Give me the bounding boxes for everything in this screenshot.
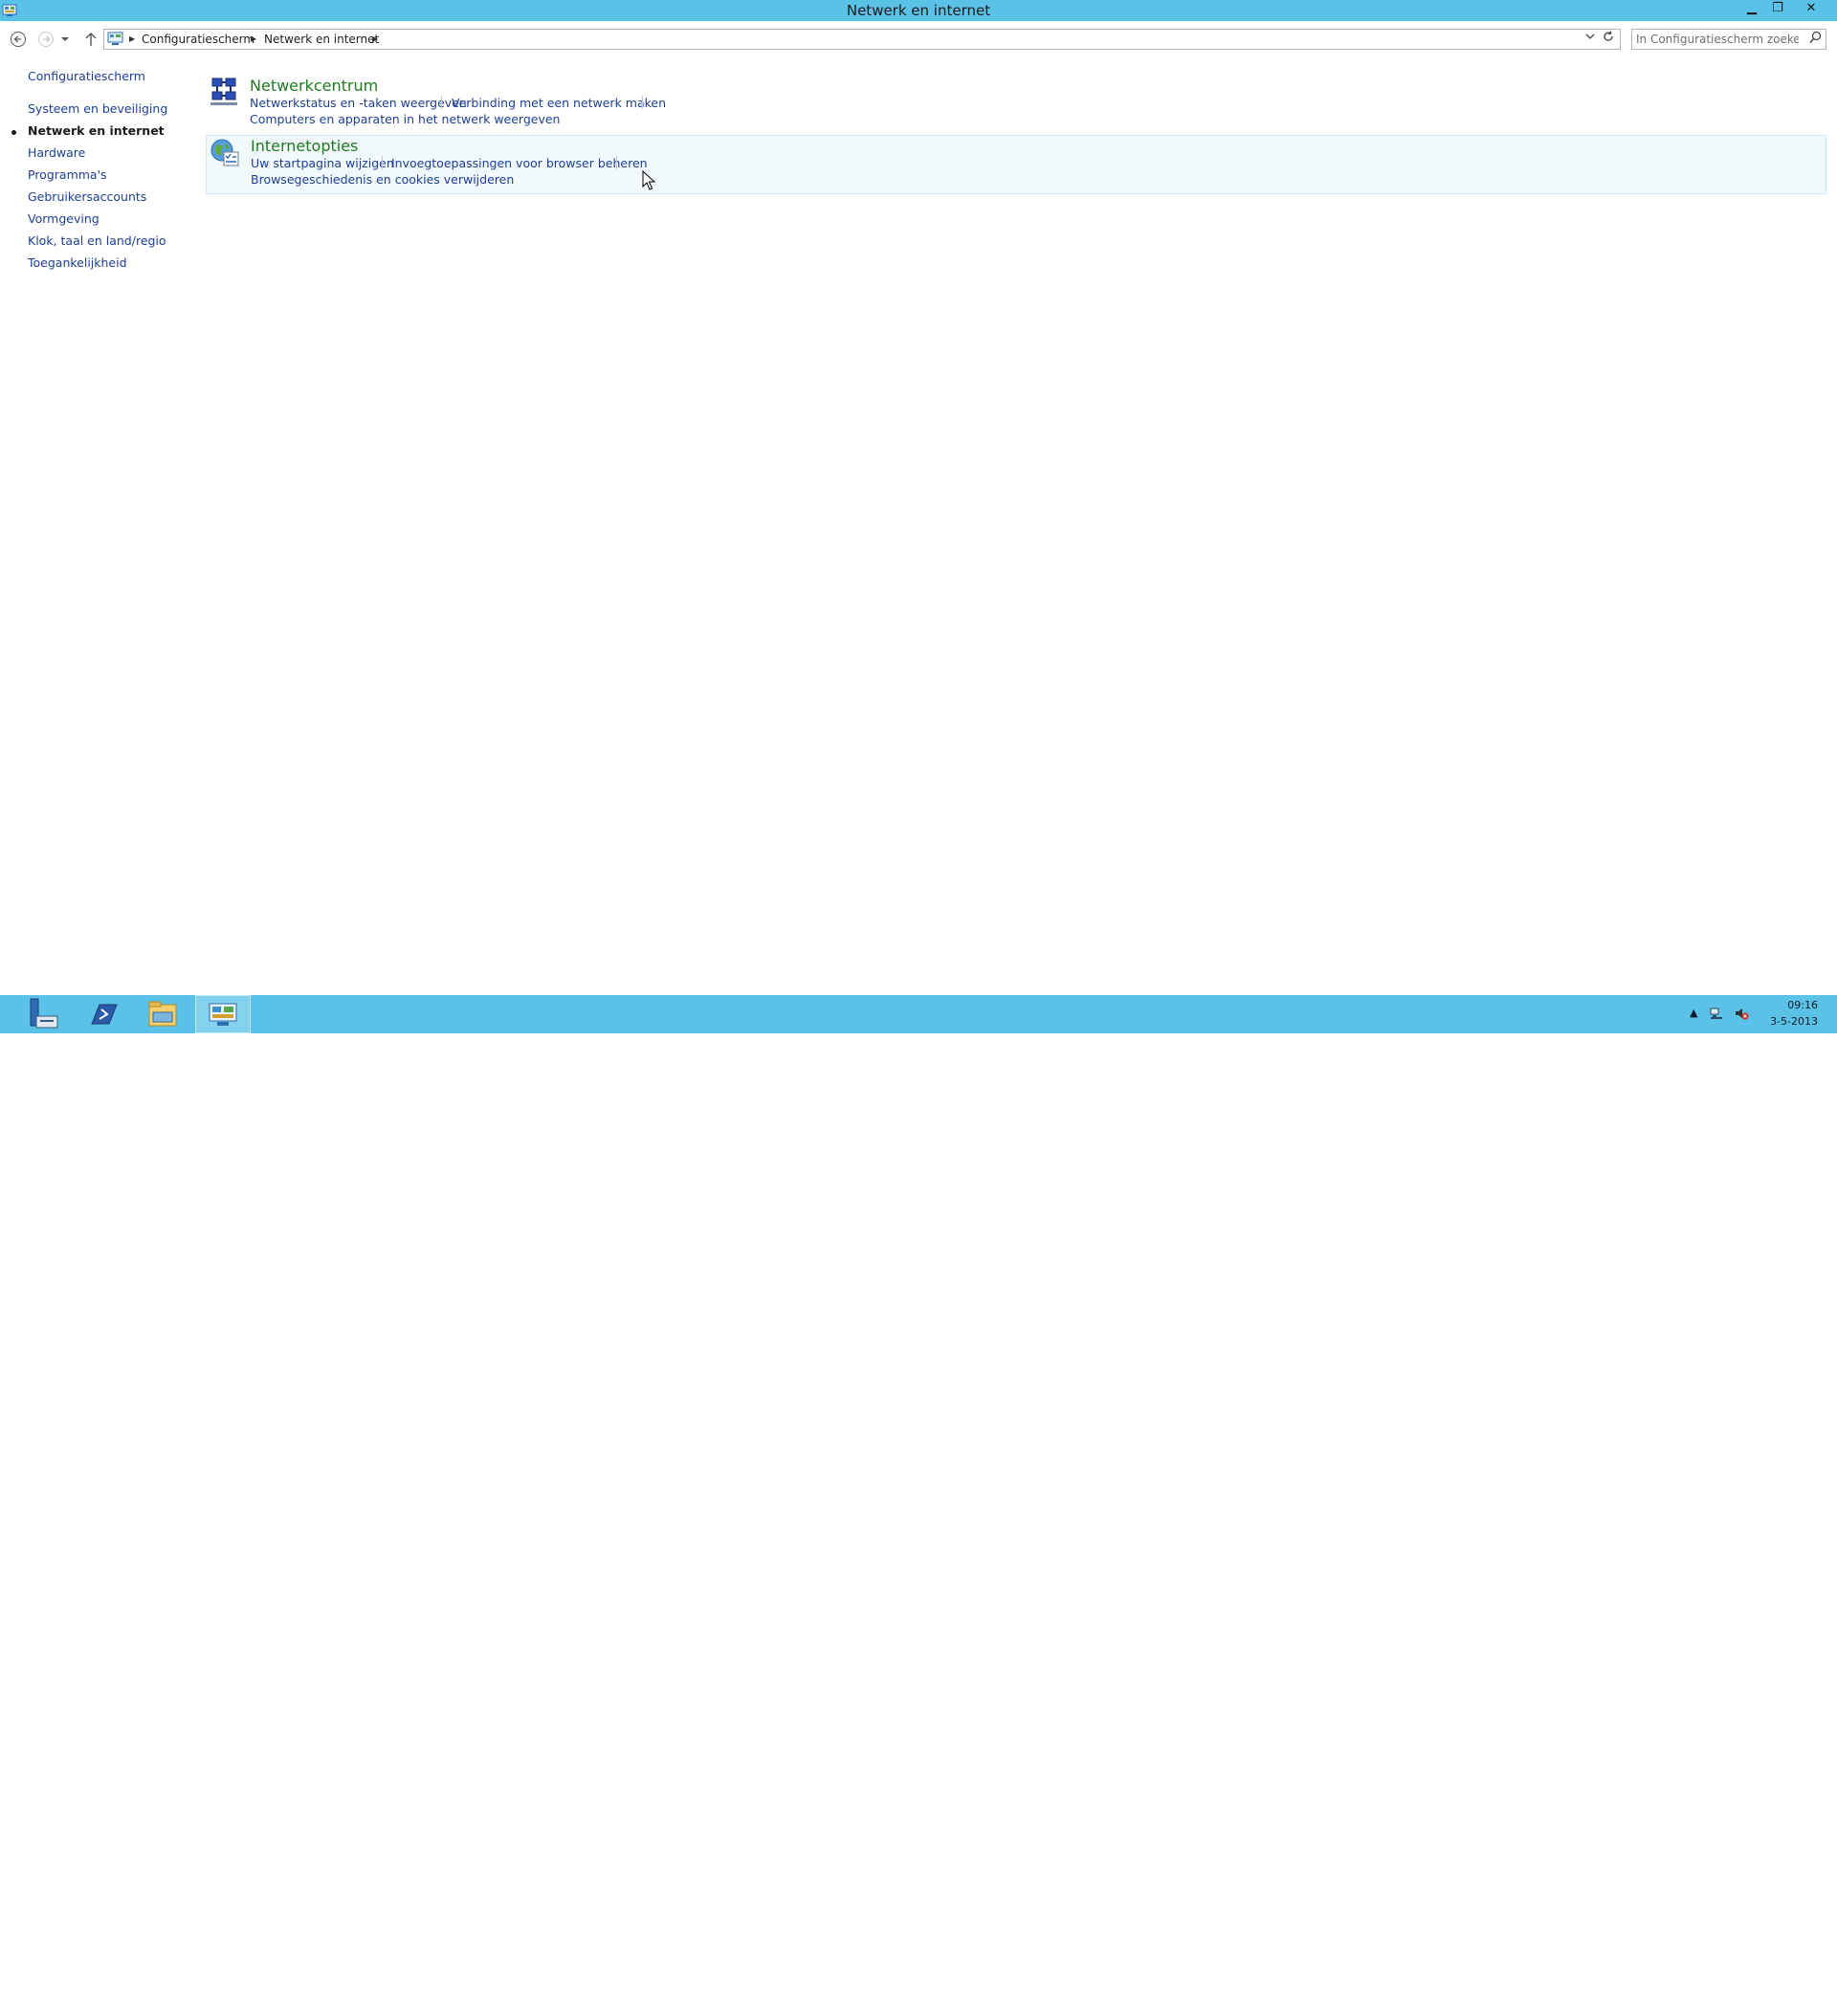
minimize-button[interactable]: ▁ bbox=[1739, 0, 1764, 17]
tray-overflow-button[interactable]: ▲ bbox=[1690, 1007, 1697, 1019]
up-arrow-icon bbox=[85, 33, 97, 46]
search-icon[interactable] bbox=[1809, 31, 1822, 48]
search-box[interactable] bbox=[1631, 29, 1826, 50]
title-bar: Netwerk en internet ▁ ❐ ✕ bbox=[0, 0, 1837, 21]
refresh-button[interactable] bbox=[1603, 30, 1614, 49]
link-network-status[interactable]: Netwerkstatus en -taken weergeven bbox=[250, 96, 467, 110]
taskbar-file-explorer[interactable] bbox=[136, 995, 189, 1033]
category-title-network-center[interactable]: Netwerkcentrum bbox=[250, 77, 378, 95]
breadcrumb-network-internet[interactable]: Netwerk en internet bbox=[264, 30, 379, 49]
link-separator bbox=[382, 156, 383, 169]
internet-options-icon bbox=[210, 139, 239, 166]
sidebar-item-hardware[interactable]: Hardware bbox=[28, 145, 85, 160]
link-connect-network[interactable]: Verbinding met een netwerk maken bbox=[452, 96, 666, 110]
sidebar-item-ease-of-access[interactable]: Toegankelijkheid bbox=[28, 255, 127, 270]
sidebar-item-network-internet[interactable]: Netwerk en internet bbox=[28, 123, 165, 138]
link-view-network-computers[interactable]: Computers en apparaten in het netwerk we… bbox=[250, 112, 560, 126]
link-separator bbox=[616, 156, 617, 169]
powershell-icon bbox=[91, 1004, 118, 1025]
close-button[interactable]: ✕ bbox=[1799, 0, 1824, 17]
forward-arrow-icon bbox=[38, 32, 54, 47]
watermark: The Collection Book bbox=[1655, 1996, 1826, 2016]
clock-date[interactable]: 3-5-2013 bbox=[1760, 1015, 1818, 1028]
taskbar-control-panel[interactable] bbox=[195, 995, 251, 1033]
category-internet-options: Internetopties Uw startpagina wijzigen I… bbox=[206, 135, 1826, 194]
control-panel-icon bbox=[107, 32, 123, 45]
category-title-internet-options[interactable]: Internetopties bbox=[251, 137, 358, 155]
sidebar-item-user-accounts[interactable]: Gebruikersaccounts bbox=[28, 189, 146, 204]
sidebar-item-system-security[interactable]: Systeem en beveiliging bbox=[28, 101, 167, 116]
forward-button[interactable] bbox=[35, 29, 56, 50]
chevron-down-icon bbox=[1585, 33, 1595, 39]
recent-locations-button[interactable] bbox=[58, 29, 72, 50]
up-button[interactable] bbox=[80, 29, 101, 50]
sidebar-item-appearance[interactable]: Vormgeving bbox=[28, 211, 100, 226]
refresh-icon bbox=[1604, 31, 1613, 41]
search-input[interactable] bbox=[1636, 32, 1799, 47]
restore-button[interactable]: ❐ bbox=[1765, 0, 1790, 17]
breadcrumb-separator[interactable]: ▶ bbox=[251, 30, 256, 49]
breadcrumb-separator[interactable]: ▶ bbox=[129, 30, 135, 49]
category-network-center: Netwerkcentrum Netwerkstatus en -taken w… bbox=[206, 75, 1826, 134]
taskbar-server-manager[interactable] bbox=[17, 995, 71, 1033]
breadcrumb-separator[interactable]: ▶ bbox=[372, 30, 378, 49]
sidebar-item-programs[interactable]: Programma's bbox=[28, 167, 107, 182]
link-delete-history[interactable]: Browsegeschiedenis en cookies verwijdere… bbox=[251, 172, 514, 187]
file-explorer-icon bbox=[148, 1001, 177, 1027]
sidebar-item-clock-language-region[interactable]: Klok, taal en land/regio bbox=[28, 233, 166, 248]
back-button[interactable] bbox=[8, 29, 29, 50]
link-separator bbox=[642, 96, 643, 109]
chevron-down-icon bbox=[61, 37, 69, 41]
address-dropdown-icon[interactable] bbox=[1585, 30, 1595, 49]
active-bullet bbox=[11, 130, 16, 135]
link-separator bbox=[441, 96, 442, 109]
link-manage-addons[interactable]: Invoegtoepassingen voor browser beheren bbox=[391, 156, 648, 170]
link-change-homepage[interactable]: Uw startpagina wijzigen bbox=[251, 156, 394, 170]
network-center-icon bbox=[210, 78, 237, 105]
clock-time[interactable]: 09:16 bbox=[1772, 999, 1818, 1011]
window-title: Netwerk en internet bbox=[846, 2, 991, 19]
server-manager-icon bbox=[30, 998, 58, 1029]
breadcrumb-control-panel[interactable]: Configuratiescherm bbox=[142, 30, 255, 49]
back-arrow-icon bbox=[11, 32, 26, 47]
network-tray-icon[interactable] bbox=[1709, 1006, 1724, 1021]
control-panel-icon bbox=[209, 1003, 237, 1026]
sidebar-home-link[interactable]: Configuratiescherm bbox=[28, 69, 145, 83]
mouse-cursor-icon bbox=[642, 170, 655, 190]
taskbar: The Collection Book ▲ 09:16 3-5-2013 bbox=[0, 995, 1837, 2016]
speaker-muted-icon[interactable] bbox=[1734, 1006, 1749, 1021]
taskbar-powershell[interactable] bbox=[77, 995, 130, 1033]
address-bar[interactable]: ▶ Configuratiescherm ▶ Netwerk en intern… bbox=[103, 29, 1621, 50]
